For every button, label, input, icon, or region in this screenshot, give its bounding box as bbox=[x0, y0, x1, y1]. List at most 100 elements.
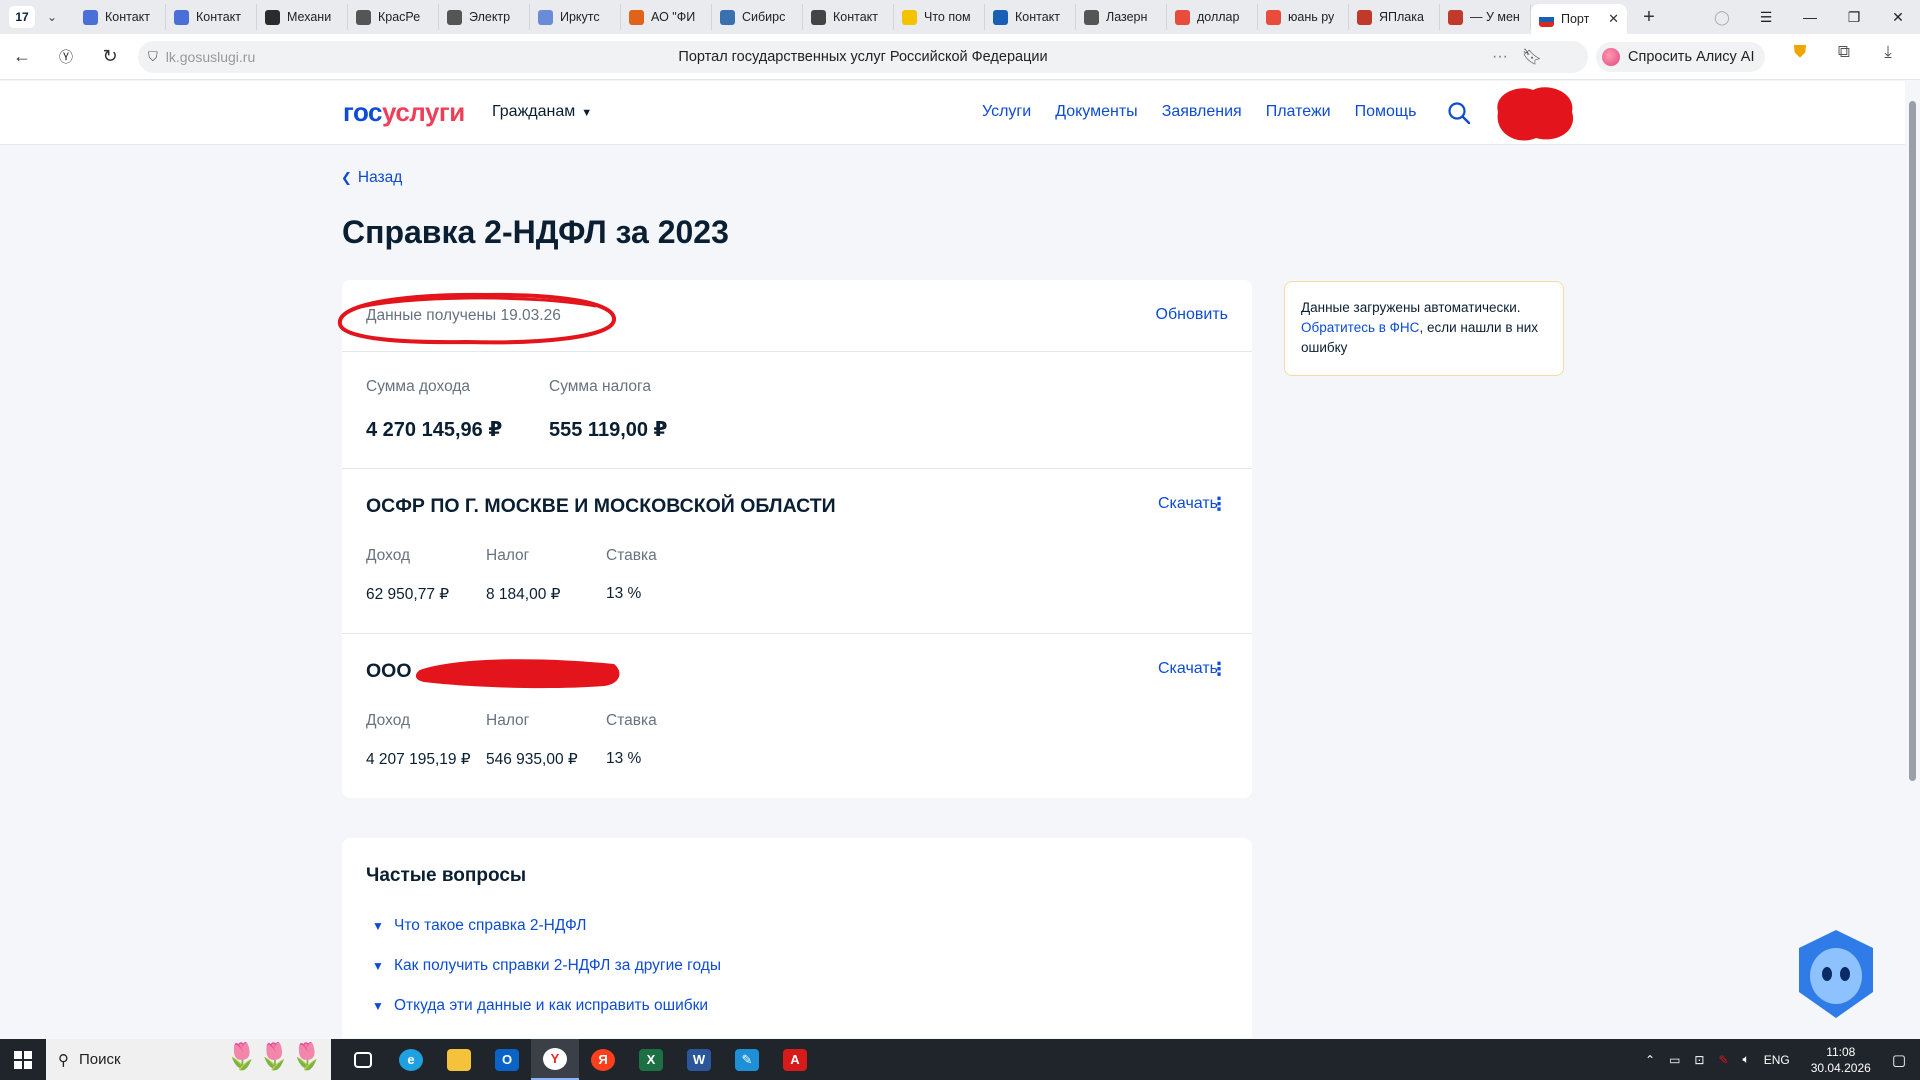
tab[interactable]: Контакт bbox=[75, 4, 166, 30]
tab[interactable]: АО "ФИ bbox=[621, 4, 712, 30]
more-vertical-icon[interactable]: ⋮ bbox=[1210, 495, 1228, 513]
page-scrollbar[interactable] bbox=[1905, 81, 1920, 1039]
taskbar-search-label: Поиск bbox=[79, 1051, 121, 1068]
tab[interactable]: Сибирс bbox=[712, 4, 803, 30]
download-button[interactable]: Скачать bbox=[1158, 495, 1218, 513]
profile-icon[interactable]: ◯ bbox=[1700, 9, 1744, 26]
audience-dropdown[interactable]: Гражданам ▼ bbox=[492, 103, 592, 121]
tab[interactable]: Лазерн bbox=[1076, 4, 1167, 30]
tab-label: АО "ФИ bbox=[651, 10, 696, 24]
pen-icon[interactable]: ✎ bbox=[1718, 1053, 1728, 1067]
minimize-button[interactable]: — bbox=[1788, 9, 1832, 25]
tab[interactable]: Механи bbox=[257, 4, 348, 30]
assistant-robot-icon[interactable] bbox=[1793, 928, 1879, 1020]
tab-active[interactable]: Порт ✕ bbox=[1531, 4, 1627, 34]
downloads-icon[interactable]: ⤓ bbox=[1866, 42, 1910, 62]
notifications-icon[interactable]: ▢ bbox=[1892, 1051, 1906, 1069]
search-icon: ⚲ bbox=[58, 1051, 69, 1069]
tab[interactable]: — У мен bbox=[1440, 4, 1531, 30]
tab-label: Сибирс bbox=[742, 10, 786, 24]
nav-link[interactable]: Помощь bbox=[1355, 103, 1417, 121]
reload-icon[interactable]: ↻ bbox=[88, 46, 132, 67]
url-text[interactable]: lk.gosuslugi.ru bbox=[166, 49, 256, 65]
tab-list-chevron-icon[interactable]: ⌄ bbox=[41, 10, 63, 24]
tab[interactable]: Электр bbox=[439, 4, 530, 30]
faq-item[interactable]: ▼ Откуда эти данные и как исправить ошибк… bbox=[372, 997, 708, 1015]
extensions-icon[interactable]: ⧉ bbox=[1822, 42, 1866, 62]
site-security-icon[interactable]: ⛉ bbox=[148, 49, 158, 65]
bookmark-icon[interactable]: 🔖︎ bbox=[1522, 47, 1542, 67]
close-window-button[interactable]: ✕ bbox=[1876, 9, 1920, 26]
tab[interactable]: Контакт bbox=[166, 4, 257, 30]
nav-link[interactable]: Заявления bbox=[1162, 103, 1242, 121]
edge-icon[interactable]: e bbox=[387, 1039, 435, 1080]
yandex-home-icon[interactable]: Ⓨ bbox=[44, 47, 88, 67]
more-vertical-icon[interactable]: ⋮ bbox=[1210, 660, 1228, 678]
tab-count-badge[interactable]: 17 bbox=[9, 6, 35, 28]
outlook-icon[interactable]: O bbox=[483, 1039, 531, 1080]
back-arrow-icon[interactable]: ← bbox=[0, 46, 44, 67]
protect-shield-icon[interactable]: ⛊ bbox=[1778, 42, 1822, 62]
system-tray: ⌃ ▭ ⊡ ✎ 🔈︎ ENG 11:08 30.04.2026 ▢ bbox=[1638, 1039, 1920, 1080]
tab-label: Электр bbox=[469, 10, 511, 24]
ndfl-card: Данные получены 19.03.26 Обновить Сумма … bbox=[337, 280, 1252, 798]
tab-label: Что пом bbox=[924, 10, 971, 24]
word-icon[interactable]: W bbox=[675, 1039, 723, 1080]
avatar[interactable] bbox=[1488, 82, 1578, 144]
nav-link[interactable]: Документы bbox=[1055, 103, 1137, 121]
faq-item[interactable]: ▼ Как получить справки 2-НДФЛ за другие г… bbox=[372, 957, 721, 975]
note-text: Данные загружены автоматически. bbox=[1301, 300, 1521, 315]
back-link[interactable]: ❮ Назад bbox=[341, 169, 402, 187]
battery-icon[interactable]: ▭ bbox=[1669, 1053, 1680, 1067]
task-view-icon[interactable] bbox=[339, 1039, 387, 1080]
url-field[interactable]: ⛉ lk.gosuslugi.ru Портал государственных… bbox=[138, 41, 1588, 73]
faq-item[interactable]: ▼ Что такое справка 2-НДФЛ bbox=[372, 917, 586, 935]
nav-link[interactable]: Услуги bbox=[982, 103, 1031, 121]
tab-list: Контакт Контакт Механи КрасРе Электр Иркутс АО… bbox=[75, 4, 1531, 30]
tab[interactable]: КрасРе bbox=[348, 4, 439, 30]
menu-icon[interactable]: ☰ bbox=[1744, 9, 1788, 26]
ask-alice-button[interactable]: Спросить Алису AI bbox=[1596, 42, 1765, 72]
search-icon[interactable] bbox=[1446, 100, 1472, 126]
chevron-down-icon: ▼ bbox=[372, 919, 384, 933]
tab-favicon-icon bbox=[1175, 9, 1190, 25]
audience-label: Гражданам bbox=[492, 103, 576, 120]
acrobat-icon[interactable]: A bbox=[771, 1039, 819, 1080]
tab-favicon-icon bbox=[356, 9, 371, 25]
yandex-browser-icon[interactable]: Y bbox=[531, 1039, 579, 1080]
more-dots-icon[interactable]: ··· bbox=[1492, 48, 1508, 66]
org-tax-value: 8 184,00 ₽ bbox=[486, 586, 561, 603]
org-rate-label: Ставка bbox=[606, 712, 657, 729]
tab[interactable]: Контакт bbox=[985, 4, 1076, 30]
tab-label: ЯПлака bbox=[1379, 10, 1424, 24]
yandex-icon[interactable]: Я bbox=[579, 1039, 627, 1080]
windows-start-button[interactable] bbox=[0, 1039, 46, 1080]
close-tab-icon[interactable]: ✕ bbox=[1608, 11, 1619, 27]
tab[interactable]: доллар bbox=[1167, 4, 1258, 30]
tray-chevron-up-icon[interactable]: ⌃ bbox=[1645, 1053, 1655, 1067]
tab[interactable]: ЯПлака bbox=[1349, 4, 1440, 30]
excel-icon[interactable]: X bbox=[627, 1039, 675, 1080]
tab[interactable]: Контакт bbox=[803, 4, 894, 30]
gosuslugi-logo[interactable]: госуслуги bbox=[343, 97, 465, 128]
scrollbar-thumb[interactable] bbox=[1909, 101, 1916, 781]
file-explorer-icon[interactable] bbox=[435, 1039, 483, 1080]
language-indicator[interactable]: ENG bbox=[1764, 1053, 1790, 1067]
volume-icon[interactable]: 🔈︎ bbox=[1743, 1052, 1750, 1067]
download-button[interactable]: Скачать bbox=[1158, 660, 1218, 678]
new-tab-button[interactable]: + bbox=[1635, 6, 1663, 29]
taskbar-clock[interactable]: 11:08 30.04.2026 bbox=[1811, 1044, 1871, 1076]
refresh-button[interactable]: Обновить bbox=[1156, 306, 1228, 324]
restore-button[interactable]: ❐ bbox=[1832, 9, 1876, 26]
org-income-value: 4 207 195,19 ₽ bbox=[366, 751, 471, 768]
paint-icon[interactable]: ✎ bbox=[723, 1039, 771, 1080]
nav-link[interactable]: Платежи bbox=[1266, 103, 1331, 121]
tab-label: Порт bbox=[1561, 12, 1590, 26]
taskbar-search[interactable]: ⚲ Поиск 🌷🌷🌷 bbox=[46, 1039, 331, 1080]
tab[interactable]: Иркутс bbox=[530, 4, 621, 30]
tab[interactable]: юань ру bbox=[1258, 4, 1349, 30]
contact-fns-link[interactable]: Обратитесь в ФНС bbox=[1301, 320, 1419, 335]
data-received-text: Данные получены 19.03.26 bbox=[366, 307, 561, 324]
tab[interactable]: Что пом bbox=[894, 4, 985, 30]
network-icon[interactable]: ⊡ bbox=[1694, 1053, 1704, 1067]
